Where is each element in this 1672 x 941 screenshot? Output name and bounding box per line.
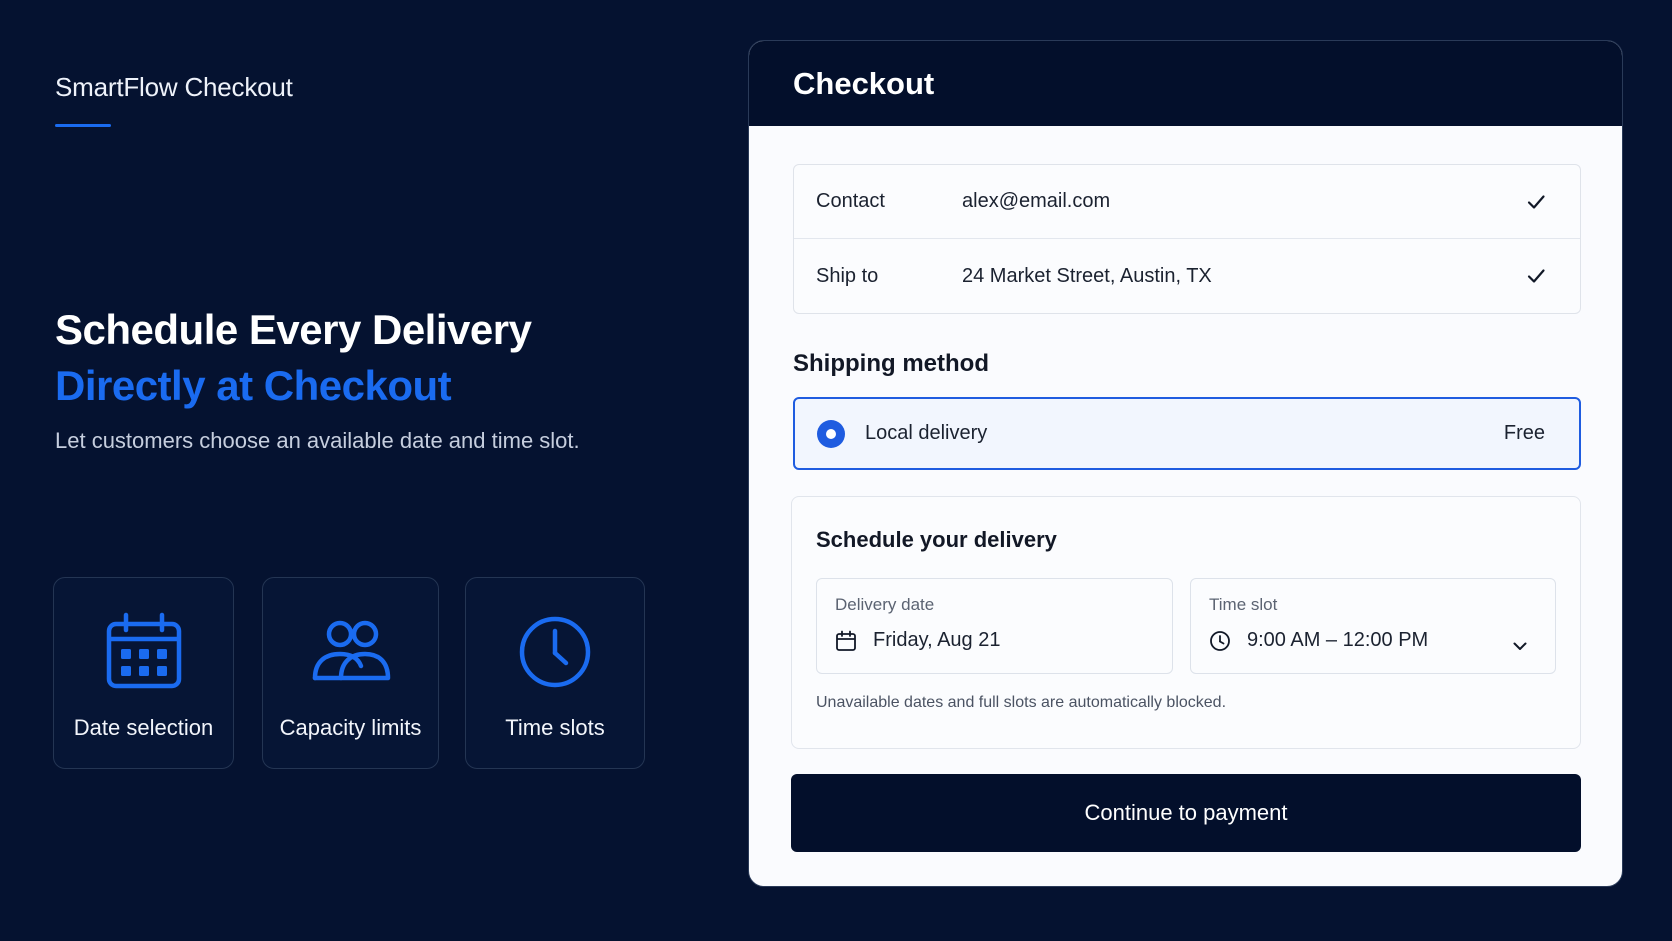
hero-headline: Schedule Every Delivery Directly at Chec…	[55, 302, 532, 414]
customer-info-box: Contact alex@email.com Ship to 24 Market…	[793, 164, 1581, 314]
brand-underline	[55, 124, 111, 127]
check-icon	[1527, 269, 1545, 283]
time-slot-label: Time slot	[1209, 595, 1278, 614]
schedule-note: Unavailable dates and full slots are aut…	[816, 694, 1227, 711]
feature-label: Capacity limits	[279, 715, 422, 740]
headline-line-1: Schedule Every Delivery	[55, 306, 532, 353]
ship-to-row[interactable]: Ship to 24 Market Street, Austin, TX	[794, 239, 1580, 313]
continue-to-payment-button[interactable]: Continue to payment	[791, 774, 1581, 852]
chevron-down-icon[interactable]	[1511, 637, 1529, 655]
feature-card-date-selection: Date selection	[53, 577, 234, 769]
feature-label: Date selection	[73, 715, 214, 740]
calendar-icon	[106, 612, 181, 689]
schedule-delivery-box: Schedule your delivery Delivery date Fri…	[791, 496, 1581, 749]
checkout-card: Checkout Contact alex@email.com Ship to …	[748, 40, 1623, 887]
shipping-method-title: Shipping method	[793, 350, 989, 377]
delivery-date-value: Friday, Aug 21	[873, 629, 1001, 651]
hero-subtext: Let customers choose an available date a…	[55, 428, 580, 453]
calendar-icon	[836, 630, 856, 651]
contact-label: Contact	[816, 190, 885, 212]
headline-line-2: Directly at Checkout	[55, 362, 452, 409]
shipping-option-label: Local delivery	[865, 422, 988, 444]
check-icon	[1527, 194, 1545, 209]
stage: SmartFlow Checkout Schedule Every Delive…	[0, 0, 1672, 941]
schedule-title: Schedule your delivery	[816, 527, 1057, 552]
users-icon	[312, 620, 390, 681]
checkout-header: Checkout	[749, 41, 1622, 126]
shipping-option-local-delivery[interactable]: Local delivery Free	[793, 397, 1581, 470]
ship-to-label: Ship to	[816, 264, 879, 287]
shipping-option-price: Free	[1503, 422, 1545, 444]
time-slot-value-row: 9:00 AM – 12:00 PM	[1209, 629, 1428, 652]
feature-card-time-slots: Time slots	[465, 577, 645, 769]
delivery-date-field[interactable]: Delivery date Friday, Aug 21	[816, 578, 1173, 674]
contact-row[interactable]: Contact alex@email.com	[794, 165, 1580, 239]
delivery-date-label: Delivery date	[835, 595, 935, 614]
delivery-date-value-row: Friday, Aug 21	[835, 629, 1000, 652]
checkout-title: Checkout	[793, 65, 935, 101]
ship-to-value: 24 Market Street, Austin, TX	[962, 264, 1212, 287]
clock-icon	[1210, 630, 1230, 651]
brand-name: SmartFlow Checkout	[55, 72, 293, 102]
time-slot-select[interactable]: Time slot 9:00 AM – 12:00 PM	[1190, 578, 1556, 674]
feature-label: Time slots	[505, 715, 605, 740]
radio-selected[interactable]	[817, 419, 845, 448]
clock-icon	[519, 616, 591, 688]
contact-value: alex@email.com	[962, 190, 1111, 212]
feature-card-capacity-limits: Capacity limits	[262, 577, 439, 769]
time-slot-value: 9:00 AM – 12:00 PM	[1247, 629, 1429, 651]
